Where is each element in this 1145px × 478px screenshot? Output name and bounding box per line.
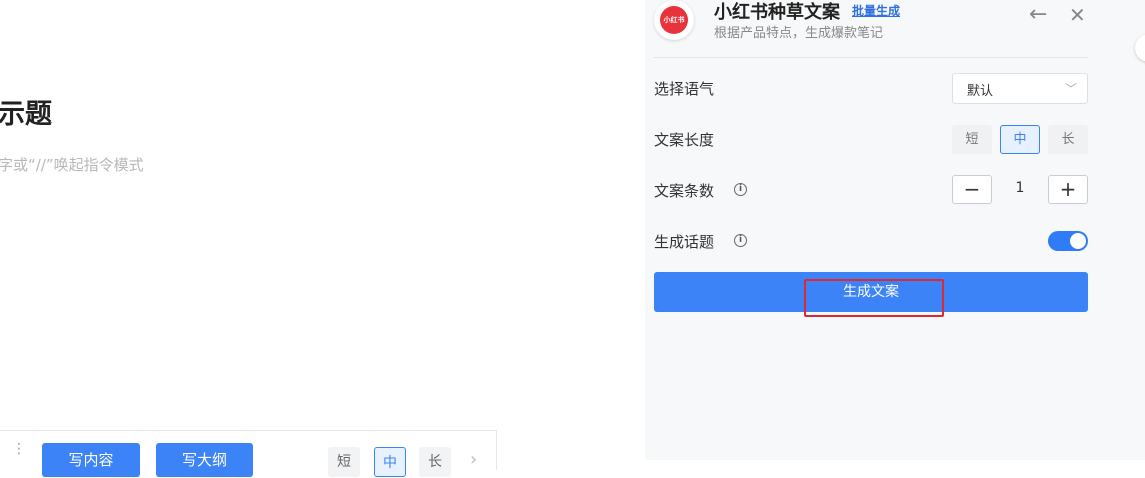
- editor-length-short[interactable]: 短: [328, 447, 360, 477]
- header-divider: [654, 57, 1088, 58]
- toggle-knob: [1070, 233, 1086, 249]
- length-option-medium[interactable]: 中: [1000, 125, 1040, 154]
- editor-length-long[interactable]: 长: [419, 447, 451, 477]
- chevron-down-icon: ﹀: [1064, 82, 1077, 96]
- length-option-short[interactable]: 短: [952, 125, 992, 154]
- app-logo: 小红书: [654, 0, 694, 40]
- editor-length-medium[interactable]: 中: [374, 447, 406, 477]
- close-icon[interactable]: ✕: [1069, 4, 1086, 26]
- tone-select[interactable]: 默认 ﹀: [952, 73, 1088, 104]
- copywriting-panel: 小红书 小红书种草文案 批量生成 根据产品特点，生成爆款笔记 ← ✕ 选择语气 …: [645, 0, 1145, 460]
- editor-toolbar: ⋮ 写内容 写大纲 短 中 长 ›: [0, 430, 497, 477]
- info-icon[interactable]: i: [734, 183, 747, 196]
- tone-label: 选择语气: [654, 80, 715, 98]
- count-decrement-button[interactable]: −: [952, 175, 992, 204]
- panel-title: 小红书种草文案: [714, 2, 840, 23]
- highlight-annotation: [804, 279, 944, 317]
- more-icon[interactable]: ⋮: [12, 442, 26, 456]
- editor-title[interactable]: 示题: [0, 92, 52, 131]
- count-value[interactable]: 1: [992, 180, 1048, 196]
- panel-subtitle: 根据产品特点，生成爆款笔记: [714, 26, 884, 41]
- topics-label: 生成话题: [654, 233, 715, 251]
- back-arrow-icon[interactable]: ←: [1029, 4, 1047, 26]
- write-outline-button[interactable]: 写大纲: [156, 443, 253, 477]
- tone-select-value: 默认: [967, 84, 994, 99]
- editor-placeholder[interactable]: 字或“//”唤起指令模式: [0, 154, 144, 175]
- length-label: 文案长度: [654, 131, 715, 149]
- count-increment-button[interactable]: +: [1048, 175, 1088, 204]
- panel-edge-handle[interactable]: [1135, 34, 1145, 62]
- write-content-button[interactable]: 写内容: [42, 443, 140, 477]
- xiaohongshu-logo-icon: 小红书: [660, 6, 688, 34]
- count-label: 文案条数: [654, 182, 715, 200]
- length-option-long[interactable]: 长: [1048, 125, 1088, 154]
- editor-area: 示题 字或“//”唤起指令模式 ⋮ 写内容 写大纲 短 中 长 ›: [0, 0, 645, 477]
- batch-generate-link[interactable]: 批量生成: [852, 2, 900, 19]
- topics-toggle[interactable]: [1048, 231, 1088, 251]
- info-icon[interactable]: i: [734, 234, 747, 247]
